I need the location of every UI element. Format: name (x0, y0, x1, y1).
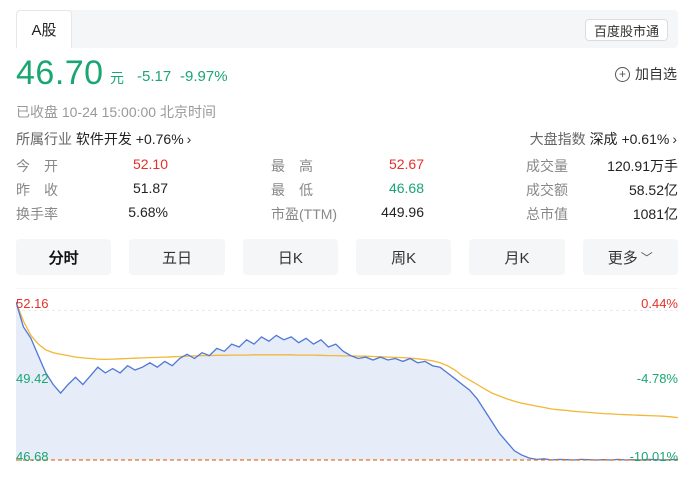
pe-value: 449.96 (381, 204, 424, 220)
industry-link[interactable]: 所属行业 软件开发 +0.76% › (16, 129, 191, 149)
market-index-change: +0.61% (621, 131, 670, 147)
chevron-right-icon: › (186, 131, 192, 147)
tab-monthly-k[interactable]: 月K (469, 239, 565, 275)
current-price: 46.70 (16, 54, 104, 92)
price-change-pct: -9.97% (180, 68, 228, 85)
status-zone: 北京时间 (159, 104, 216, 120)
volume-value: 120.91万手 (607, 158, 678, 174)
amount-label: 成交额 (526, 182, 568, 198)
prev-close-label: 昨 收 (16, 182, 58, 198)
tab-daily-k[interactable]: 日K (242, 239, 338, 275)
market-cap-label: 总市值 (526, 206, 568, 222)
market-status: 已收盘 10-24 15:00:00 北京时间 (16, 102, 216, 122)
volume-label: 成交量 (526, 158, 568, 174)
tab-a-share[interactable]: A股 (16, 10, 72, 48)
open-value: 52.10 (132, 156, 168, 172)
low-label: 最 低 (271, 182, 313, 198)
y-left-label-bottom: 46.68 (16, 449, 49, 464)
amount-value: 58.52亿 (628, 182, 678, 198)
high-value: 52.67 (388, 156, 424, 172)
status-label: 已收盘 (16, 104, 58, 120)
industry-name: 软件开发 (75, 131, 132, 147)
add-watchlist-label: 加自选 (635, 66, 677, 82)
chevron-right-icon: › (672, 131, 677, 147)
industry-change: +0.76% (135, 131, 184, 147)
market-tab-bar: A股 百度股市通 (16, 10, 678, 48)
market-index-link[interactable]: 大盘指数 深成 +0.61% › (530, 129, 677, 149)
tab-intraday[interactable]: 分时 (16, 239, 112, 275)
plus-circle-icon: + (615, 66, 630, 82)
prev-close-value: 51.87 (132, 180, 168, 196)
price-unit: 元 (110, 70, 124, 86)
price-change: -5.17 (137, 68, 172, 85)
status-time: 10-24 15:00:00 (61, 104, 157, 120)
turnover-value: 5.68% (128, 204, 168, 220)
period-tabs: 分时 五日 日K 周K 月K 更多 ﹀ (16, 239, 678, 275)
chevron-down-icon: ﹀ (640, 250, 653, 265)
tab-more[interactable]: 更多 ﹀ (582, 239, 678, 275)
y-right-label-top: 0.44% (641, 296, 678, 311)
y-right-label-bottom: -10.01% (629, 449, 678, 464)
stats-row: 换手率 5.68% 市盈(TTM) 449.96 总市值 1081亿 (16, 204, 678, 228)
stats-row: 昨 收 51.87 最 低 46.68 成交额 58.52亿 (16, 180, 678, 204)
tab-five-day[interactable]: 五日 (129, 239, 225, 275)
tab-weekly-k[interactable]: 周K (355, 239, 452, 275)
low-value: 46.68 (388, 180, 424, 196)
market-cap-value: 1081亿 (632, 206, 678, 222)
quote-stats: 今 开 52.10 最 高 52.67 成交量 120.91万手 昨 收 51.… (16, 156, 678, 228)
tab-more-label: 更多 (607, 249, 638, 267)
baidu-stock-badge[interactable]: 百度股市通 (584, 19, 668, 41)
industry-label: 所属行业 (16, 131, 72, 147)
y-right-label-mid: -4.78% (636, 371, 678, 386)
intraday-chart[interactable]: 52.16 49.42 46.68 0.44% -4.78% -10.01% (16, 288, 678, 468)
price-area (16, 302, 678, 460)
y-left-label-mid: 49.42 (16, 371, 49, 386)
market-index-label: 大盘指数 (529, 131, 586, 147)
stats-row: 今 开 52.10 最 高 52.67 成交量 120.91万手 (16, 156, 678, 180)
turnover-label: 换手率 (16, 206, 58, 222)
pe-label: 市盈(TTM) (271, 206, 338, 222)
y-left-label-top: 52.16 (16, 296, 49, 311)
intraday-chart-svg (16, 288, 678, 461)
market-index-name: 深成 (589, 131, 618, 147)
open-label: 今 开 (16, 158, 58, 174)
high-label: 最 高 (271, 158, 313, 174)
add-watchlist-button[interactable]: + 加自选 (615, 64, 677, 84)
